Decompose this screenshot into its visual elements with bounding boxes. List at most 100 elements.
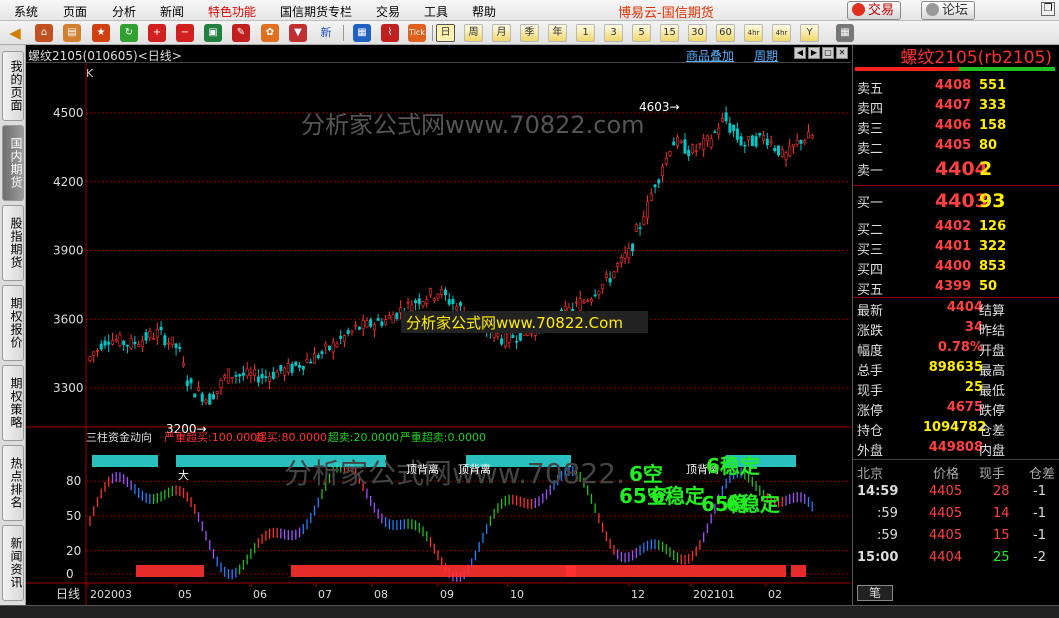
zoom-in-icon[interactable]: +	[148, 24, 166, 42]
window-icon[interactable]: ▣	[204, 24, 222, 42]
filter-icon[interactable]: ▼	[289, 24, 307, 42]
period-quarter[interactable]: 季	[520, 24, 539, 42]
tick-volume: 28	[993, 484, 1010, 499]
candle-body	[211, 394, 215, 400]
bid-row[interactable]: 买一 4403 93	[853, 190, 1059, 212]
home-icon[interactable]: ⌂	[35, 24, 53, 42]
chart-canvas[interactable]: K450042003900360033004603→3200→分析家公式网www…	[26, 63, 851, 605]
menu-special[interactable]: 特色功能	[208, 3, 256, 20]
tab-options-strategy[interactable]: 期权策略	[2, 365, 24, 441]
level-volume: 853	[979, 259, 1007, 274]
menu-news[interactable]: 新闻	[160, 3, 184, 20]
ask-row[interactable]: 卖二 4405 80	[853, 136, 1059, 157]
tab-my-page[interactable]: 我的页面	[2, 51, 24, 121]
x-tick-label: 10	[510, 588, 524, 601]
chart-icon[interactable]: ⌇	[381, 24, 399, 42]
period-year[interactable]: 年	[548, 24, 567, 42]
tick-oi-change: -1	[1033, 528, 1046, 543]
tab-index-futures[interactable]: 股指期货	[2, 205, 24, 281]
restore-icon[interactable]: ❐	[1041, 2, 1055, 16]
price-tick-label: 4200	[53, 175, 84, 189]
stat-label: 现手	[857, 384, 884, 399]
ask-row[interactable]: 卖五 4408 551	[853, 76, 1059, 97]
tab-options-quote[interactable]: 期权报价	[2, 285, 24, 361]
tick-row[interactable]: 15:00 4404 25 -2	[853, 547, 1059, 569]
period-week[interactable]: 周	[464, 24, 483, 42]
menu-guoxin-column[interactable]: 国信期货专栏	[280, 3, 352, 20]
candle-body	[167, 342, 171, 345]
overlay-link[interactable]: 商品叠加	[686, 47, 734, 64]
menu-system[interactable]: 系统	[14, 3, 38, 20]
stat-value: 449808	[928, 440, 983, 455]
tab-news[interactable]: 新闻资讯	[2, 525, 24, 601]
price-tick-label: 3600	[53, 312, 84, 326]
tab-domestic-futures[interactable]: 国内期货	[2, 125, 24, 201]
period-custom[interactable]: Y	[800, 24, 819, 42]
candle-body	[193, 393, 197, 398]
menu-tools[interactable]: 工具	[424, 3, 448, 20]
period-30min[interactable]: 30	[688, 24, 707, 42]
period-60min[interactable]: 60	[716, 24, 735, 42]
trade-button[interactable]: 交易	[847, 1, 902, 20]
period-4hr[interactable]: 4hr	[772, 24, 791, 42]
paint-icon[interactable]: ✿	[261, 24, 279, 42]
period-day[interactable]: 日	[436, 24, 455, 42]
period-link[interactable]: 周期	[754, 47, 778, 64]
bid-row[interactable]: 买三 4401 322	[853, 237, 1059, 258]
ask-row[interactable]: 卖四 4407 333	[853, 96, 1059, 117]
candle-body	[743, 144, 747, 147]
back-arrow-icon[interactable]: ◀	[6, 24, 24, 42]
draw-pen-icon[interactable]: ✎	[232, 24, 250, 42]
candle-body	[578, 298, 582, 311]
period-month[interactable]: 月	[492, 24, 511, 42]
candle-body	[705, 135, 709, 142]
tick-icon[interactable]: Tick	[408, 24, 426, 42]
candle-body	[496, 333, 500, 337]
indicator-tick-label: 0	[66, 567, 74, 581]
level-price: 4407	[935, 98, 972, 113]
chart-close-icon[interactable]: ✕	[836, 47, 848, 59]
grid-icon[interactable]: ▦	[836, 24, 854, 42]
tick-row[interactable]: :59 4405 15 -1	[853, 525, 1059, 547]
chart-panel[interactable]: 螺纹2105(010605)<日线> 商品叠加 周期 ◀ ▶ ▢ ✕ K 4500…	[26, 45, 851, 605]
news-icon[interactable]: 新	[317, 24, 335, 42]
period-15min[interactable]: 15	[660, 24, 679, 42]
tick-row[interactable]: 14:59 4405 28 -1	[853, 481, 1059, 503]
zoom-out-icon[interactable]: −	[176, 24, 194, 42]
brand-title: 博易云-国信期货	[618, 6, 714, 21]
forum-button[interactable]: 论坛	[921, 1, 976, 20]
menu-analysis[interactable]: 分析	[112, 3, 136, 20]
candle-body	[806, 131, 810, 139]
table-icon[interactable]: ▦	[353, 24, 371, 42]
candle-body	[88, 356, 92, 361]
favorites-icon[interactable]: ★	[92, 24, 110, 42]
candle-body	[327, 345, 331, 351]
period-3min[interactable]: 3	[604, 24, 623, 42]
tick-row[interactable]: :59 4405 14 -1	[853, 503, 1059, 525]
candle-body	[720, 117, 724, 122]
period-5min[interactable]: 5	[632, 24, 651, 42]
bid-row[interactable]: 买五 4399 50	[853, 277, 1059, 298]
menu-trade[interactable]: 交易	[376, 3, 400, 20]
chart-expand-icon[interactable]: ▢	[822, 47, 834, 59]
chart-right-icon[interactable]: ▶	[808, 47, 820, 59]
bid-row[interactable]: 买二 4402 126	[853, 217, 1059, 238]
menu-help[interactable]: 帮助	[472, 3, 496, 20]
period-1min[interactable]: 1	[576, 24, 595, 42]
refresh-icon[interactable]: ↻	[120, 24, 138, 42]
folder-icon[interactable]: ▤	[63, 24, 81, 42]
ask-row[interactable]: 卖三 4406 158	[853, 116, 1059, 137]
menu-page[interactable]: 页面	[63, 3, 87, 20]
candle-body	[148, 330, 152, 338]
status-strip	[0, 605, 1059, 618]
toolbar-separator	[343, 25, 344, 41]
candle-body	[339, 335, 343, 339]
tab-hot-ranking[interactable]: 热点排名	[2, 445, 24, 521]
candle-body	[185, 380, 189, 387]
ask-row[interactable]: 卖一 4404 2	[853, 158, 1059, 180]
bid-row[interactable]: 买四 4400 853	[853, 257, 1059, 278]
period-2hr[interactable]: 4hr	[744, 24, 763, 42]
stat-label-2: 最高	[979, 364, 1006, 379]
tab-trades[interactable]: 笔	[857, 585, 893, 601]
chart-left-icon[interactable]: ◀	[794, 47, 806, 59]
